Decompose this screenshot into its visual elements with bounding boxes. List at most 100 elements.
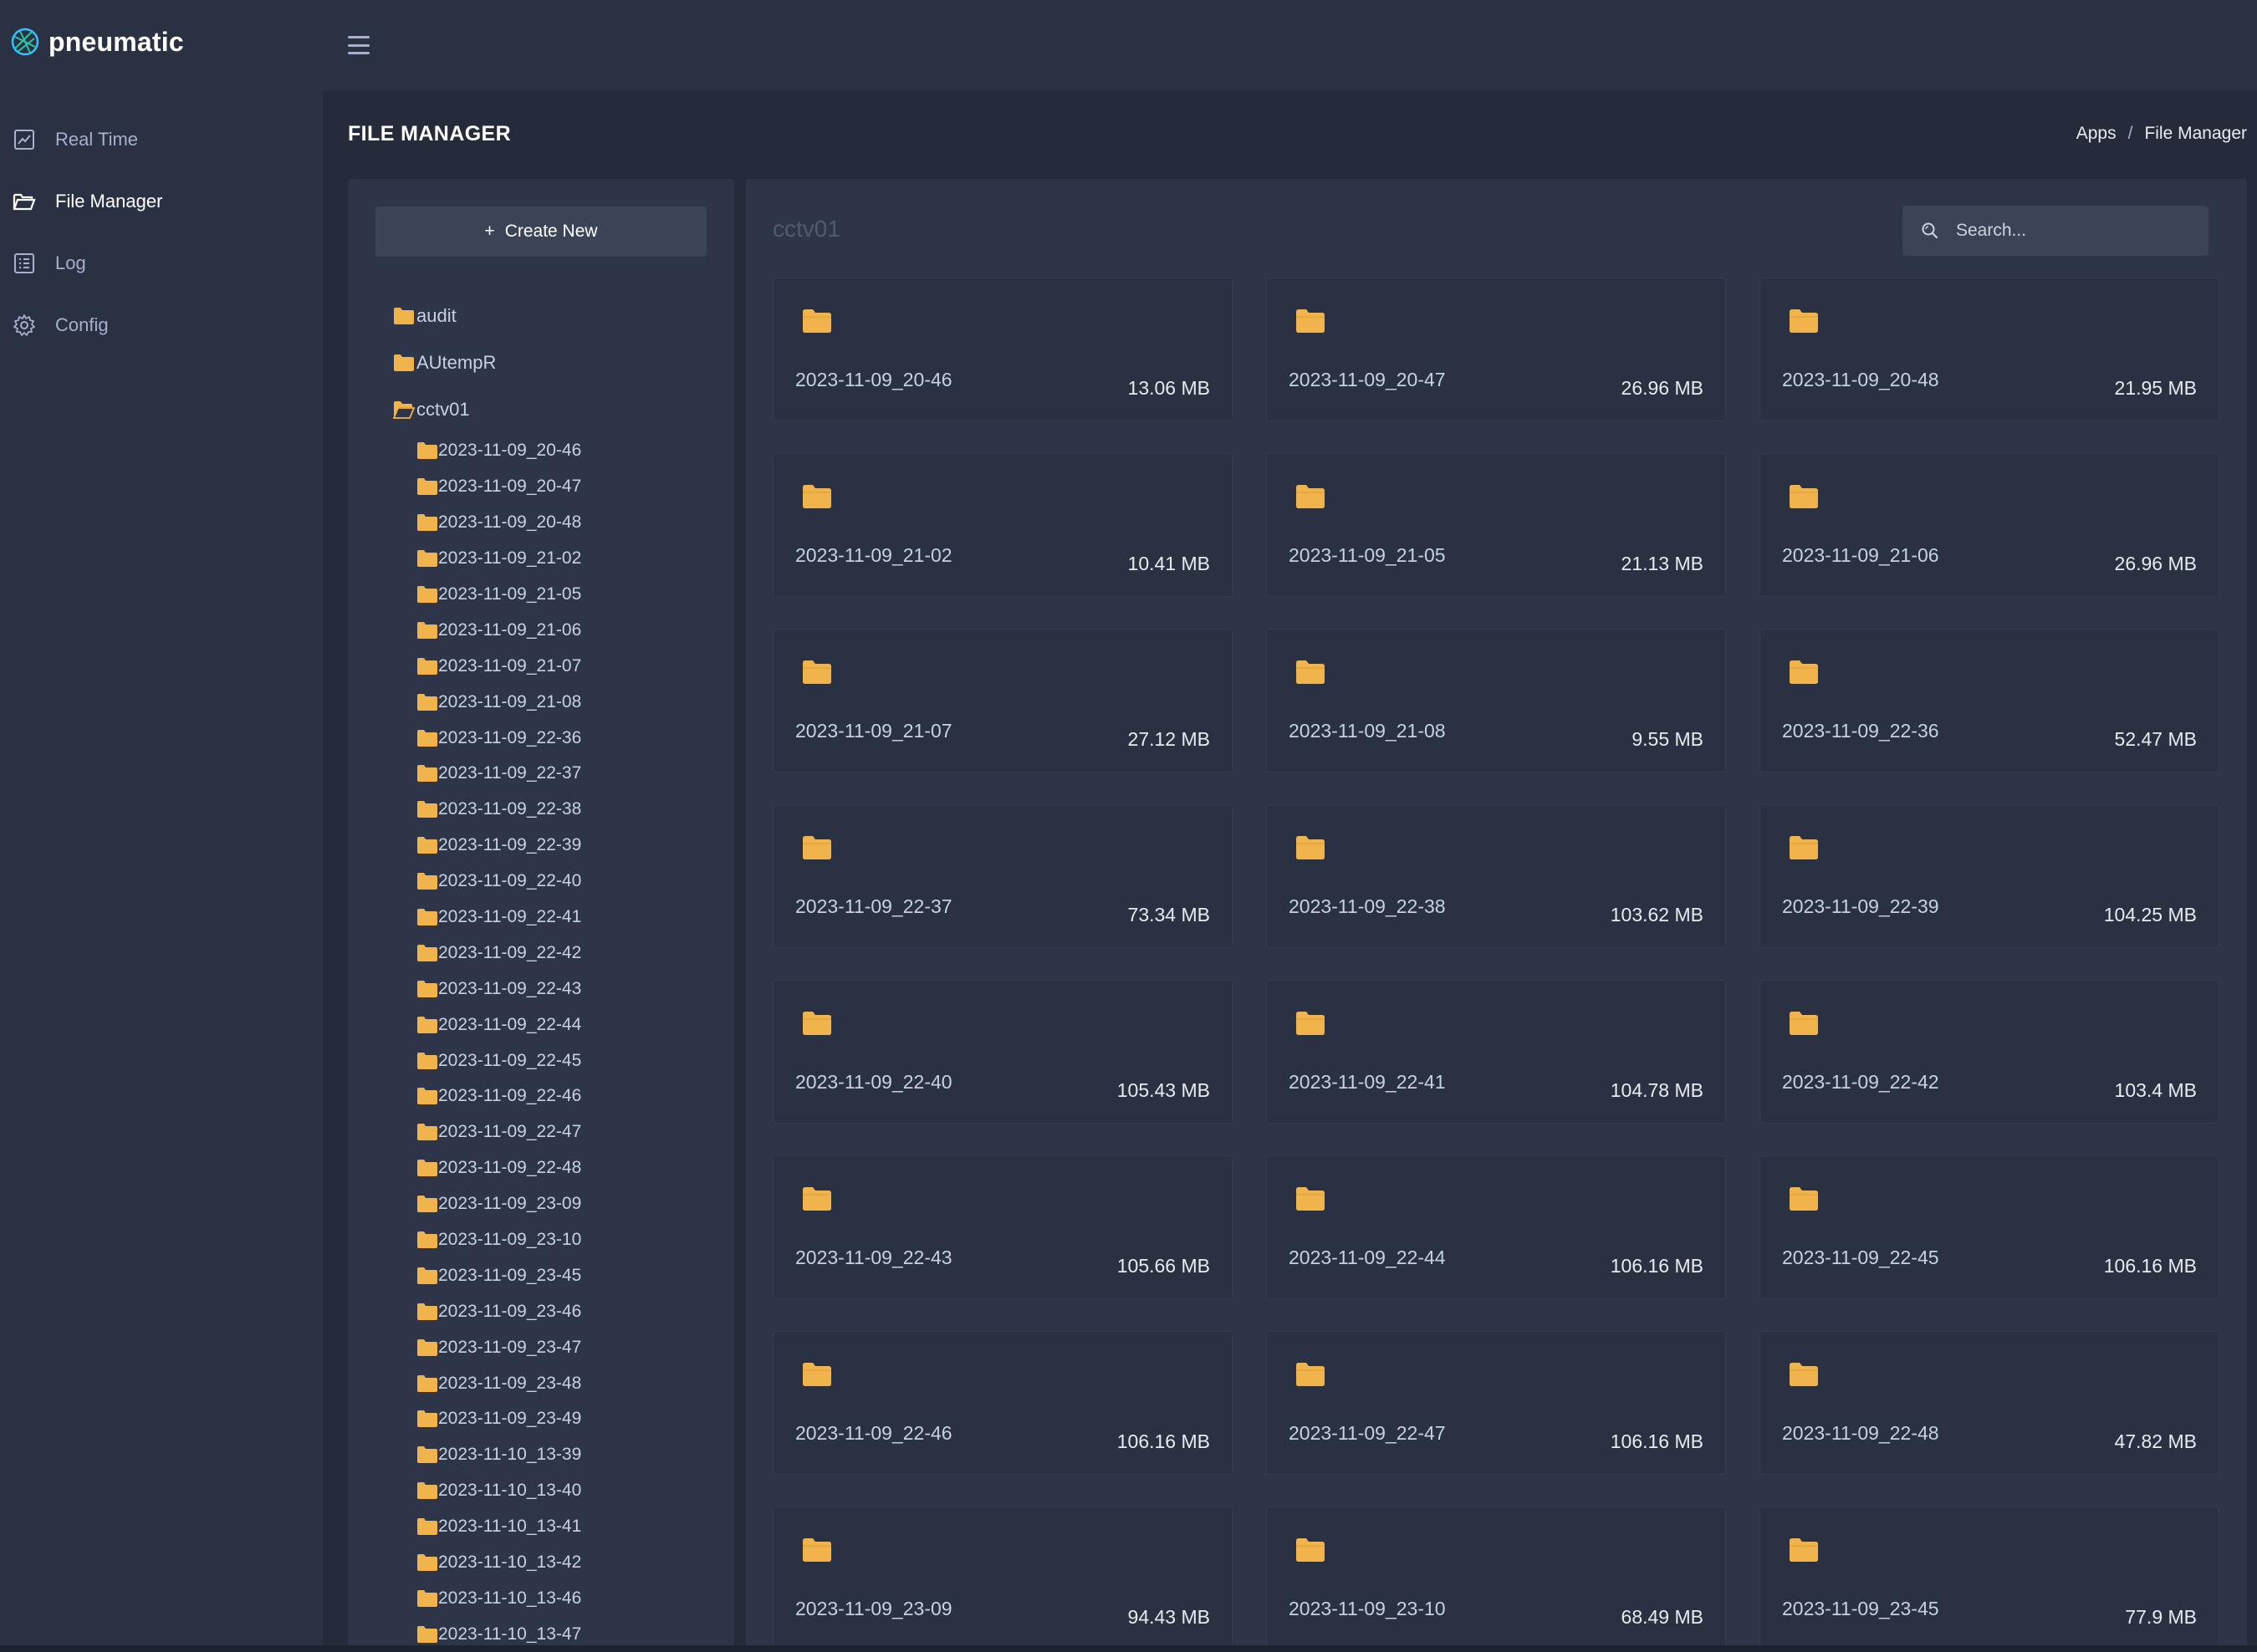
- folder-card[interactable]: 2023-11-09_22-39 104.25 MB: [1759, 804, 2219, 948]
- tree-subfolder[interactable]: 2023-11-09_20-48: [416, 505, 726, 541]
- folder-icon: [417, 1482, 437, 1500]
- tree-subfolder-label: 2023-11-09_22-41: [438, 907, 582, 927]
- tree-subfolder[interactable]: 2023-11-09_23-10: [416, 1222, 726, 1258]
- tree-subfolder[interactable]: 2023-11-09_23-48: [416, 1365, 726, 1401]
- folder-card[interactable]: 2023-11-09_20-47 26.96 MB: [1266, 278, 1726, 421]
- tree-subfolder[interactable]: 2023-11-10_13-41: [416, 1509, 726, 1545]
- tree-subfolder[interactable]: 2023-11-09_22-39: [416, 828, 726, 864]
- tree-subfolder-label: 2023-11-09_21-05: [438, 584, 582, 604]
- folder-card[interactable]: 2023-11-09_22-41 104.78 MB: [1266, 980, 1726, 1124]
- sidebar-item-file-manager[interactable]: File Manager: [0, 171, 323, 232]
- tree-subfolder[interactable]: 2023-11-10_13-42: [416, 1545, 726, 1581]
- tree-subfolder[interactable]: 2023-11-09_20-46: [416, 433, 726, 469]
- tree-subfolder[interactable]: 2023-11-09_22-44: [416, 1007, 726, 1043]
- folder-icon: [417, 1410, 437, 1428]
- tree-subfolder[interactable]: 2023-11-09_22-46: [416, 1078, 726, 1114]
- folder-card[interactable]: 2023-11-09_22-42 103.4 MB: [1759, 980, 2219, 1124]
- tree-subfolder[interactable]: 2023-11-09_22-36: [416, 720, 726, 756]
- folder-card[interactable]: 2023-11-09_22-40 105.43 MB: [773, 980, 1233, 1124]
- tree-subfolder[interactable]: 2023-11-09_22-43: [416, 971, 726, 1007]
- folder-card[interactable]: 2023-11-09_21-07 27.12 MB: [773, 629, 1233, 772]
- folder-card[interactable]: 2023-11-09_22-44 106.16 MB: [1266, 1155, 1726, 1299]
- folder-icon: [417, 1446, 437, 1464]
- folder-card[interactable]: 2023-11-09_21-05 21.13 MB: [1266, 453, 1726, 597]
- tree-subfolder[interactable]: 2023-11-09_21-07: [416, 648, 726, 684]
- tree-children: 2023-11-09_20-46 2023-11-09_20-47 2023-11-…: [416, 433, 726, 1652]
- folder-card-name: 2023-11-09_20-48: [1782, 369, 1939, 390]
- folder-card[interactable]: 2023-11-09_21-02 10.41 MB: [773, 453, 1233, 597]
- folder-card-size: 21.13 MB: [1621, 553, 1703, 574]
- folder-card-size: 77.9 MB: [2125, 1606, 2197, 1628]
- folder-icon: [417, 1267, 437, 1284]
- folder-card[interactable]: 2023-11-09_22-43 105.66 MB: [773, 1155, 1233, 1299]
- folder-card[interactable]: 2023-11-09_22-45 106.16 MB: [1759, 1155, 2219, 1299]
- folder-card[interactable]: 2023-11-09_22-38 103.62 MB: [1266, 804, 1726, 948]
- tree-subfolder[interactable]: 2023-11-09_22-37: [416, 756, 726, 792]
- folder-card[interactable]: 2023-11-09_22-47 106.16 MB: [1266, 1331, 1726, 1475]
- tree-subfolder[interactable]: 2023-11-10_13-40: [416, 1473, 726, 1509]
- tree-subfolder[interactable]: 2023-11-09_22-45: [416, 1043, 726, 1078]
- tree-subfolder[interactable]: 2023-11-09_22-48: [416, 1150, 726, 1186]
- folder-card-name: 2023-11-09_22-42: [1782, 1071, 1939, 1093]
- breadcrumb-apps[interactable]: Apps: [2076, 124, 2117, 144]
- tree-subfolder[interactable]: 2023-11-09_23-45: [416, 1257, 726, 1293]
- tree-subfolder-label: 2023-11-09_21-07: [438, 655, 582, 676]
- folder-card[interactable]: 2023-11-09_22-37 73.34 MB: [773, 804, 1233, 948]
- folder-card[interactable]: 2023-11-09_23-09 94.43 MB: [773, 1507, 1233, 1650]
- tree-subfolder[interactable]: 2023-11-09_22-38: [416, 792, 726, 828]
- search-input[interactable]: [1956, 221, 2190, 241]
- tree-subfolder[interactable]: 2023-11-09_21-02: [416, 541, 726, 577]
- folder-card[interactable]: 2023-11-09_22-36 52.47 MB: [1759, 629, 2219, 772]
- folder-icon: [417, 586, 437, 603]
- tree-subfolder[interactable]: 2023-11-09_21-06: [416, 612, 726, 648]
- tree-subfolder[interactable]: 2023-11-10_13-39: [416, 1437, 726, 1473]
- folder-card[interactable]: 2023-11-09_23-45 77.9 MB: [1759, 1507, 2219, 1650]
- folder-icon: [417, 1196, 437, 1213]
- sidebar-item-real-time[interactable]: Real Time: [0, 109, 323, 171]
- folder-card-name: 2023-11-09_22-46: [795, 1422, 952, 1444]
- folder-card-name: 2023-11-09_22-38: [1289, 895, 1446, 917]
- folder-card[interactable]: 2023-11-09_23-10 68.49 MB: [1266, 1507, 1726, 1650]
- folder-card[interactable]: 2023-11-09_21-08 9.55 MB: [1266, 629, 1726, 772]
- tree-folder-autempr[interactable]: AUtempR: [393, 339, 726, 386]
- tree-subfolder[interactable]: 2023-11-09_23-46: [416, 1293, 726, 1329]
- folder-card[interactable]: 2023-11-09_22-48 47.82 MB: [1759, 1331, 2219, 1475]
- folder-card-size: 103.4 MB: [2114, 1079, 2197, 1101]
- tree-subfolder[interactable]: 2023-11-09_23-47: [416, 1329, 726, 1365]
- folder-icon: [417, 1016, 437, 1033]
- tree-subfolder[interactable]: 2023-11-09_23-49: [416, 1401, 726, 1437]
- folder-icon: [803, 660, 831, 684]
- folder-card[interactable]: 2023-11-09_20-46 13.06 MB: [773, 278, 1233, 421]
- tree-subfolder-label: 2023-11-09_22-38: [438, 799, 582, 819]
- tree-folder-cctv01[interactable]: cctv01: [393, 386, 726, 433]
- tree-folder-label: audit: [416, 305, 457, 326]
- tree-subfolder[interactable]: 2023-11-09_22-41: [416, 900, 726, 936]
- tree-subfolder[interactable]: 2023-11-09_21-05: [416, 577, 726, 613]
- tree-subfolder-label: 2023-11-09_23-49: [438, 1409, 582, 1429]
- tree-subfolder[interactable]: 2023-11-10_13-46: [416, 1581, 726, 1617]
- tree-subfolder[interactable]: 2023-11-09_22-42: [416, 935, 726, 971]
- tree-subfolder[interactable]: 2023-11-09_20-47: [416, 469, 726, 505]
- folder-card[interactable]: 2023-11-09_22-46 106.16 MB: [773, 1331, 1233, 1475]
- tree-subfolder-label: 2023-11-09_23-47: [438, 1337, 582, 1357]
- folder-card[interactable]: 2023-11-09_21-06 26.96 MB: [1759, 453, 2219, 597]
- menu-toggle-icon[interactable]: [348, 36, 370, 54]
- sidebar-item-log[interactable]: Log: [0, 232, 323, 294]
- search-box[interactable]: [1902, 206, 2208, 256]
- sidebar-item-label: Config: [55, 314, 109, 335]
- tree-subfolder[interactable]: 2023-11-09_22-47: [416, 1114, 726, 1150]
- create-new-button[interactable]: + Create New: [375, 206, 707, 257]
- tree-subfolder[interactable]: 2023-11-09_21-08: [416, 684, 726, 720]
- tree-subfolder-label: 2023-11-09_23-48: [438, 1373, 582, 1393]
- tree-subfolder-label: 2023-11-09_21-02: [438, 548, 582, 569]
- tree-folder-audit[interactable]: audit: [393, 293, 726, 339]
- brand[interactable]: pneumatic: [0, 0, 323, 84]
- tree-subfolder[interactable]: 2023-11-09_22-40: [416, 864, 726, 900]
- folder-card[interactable]: 2023-11-09_20-48 21.95 MB: [1759, 278, 2219, 421]
- tree-subfolder[interactable]: 2023-11-09_23-09: [416, 1186, 726, 1222]
- folder-icon: [417, 729, 437, 747]
- tree-subfolder-label: 2023-11-10_13-39: [438, 1445, 582, 1465]
- folder-icon: [417, 442, 437, 460]
- sidebar-item-config[interactable]: Config: [0, 294, 323, 356]
- folder-open-icon: [393, 401, 415, 419]
